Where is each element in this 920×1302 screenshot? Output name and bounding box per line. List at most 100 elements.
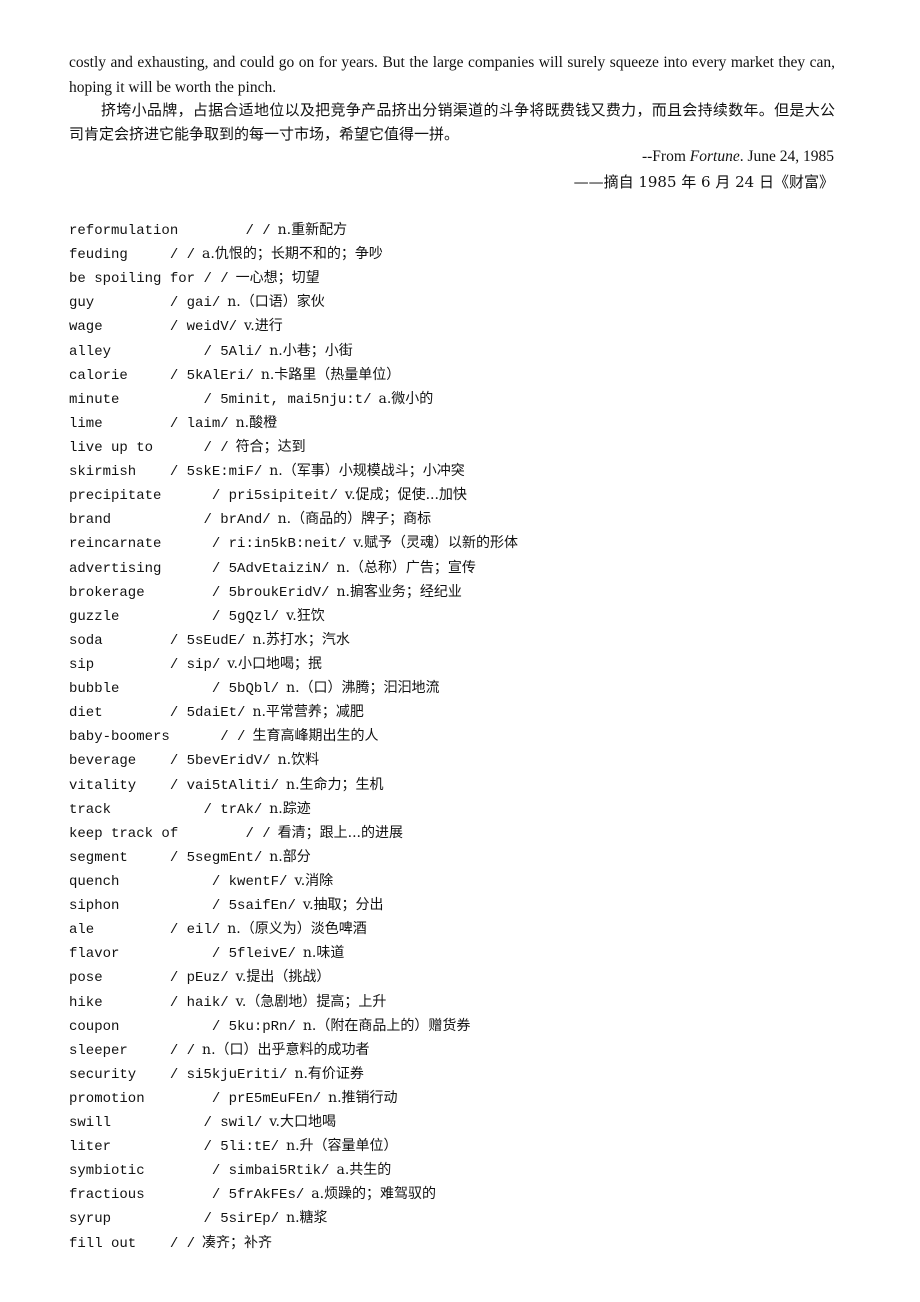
vocab-spacing [94, 295, 170, 311]
vocabulary-entry: calorie / 5kAlEri/ n.卡路里（热量单位） [69, 363, 869, 387]
vocab-phonetic: / vai5tAliti/ [169, 777, 280, 794]
vocabulary-entry: track / trAk/ n.踪迹 [69, 797, 869, 821]
vocab-definition: n.苏打水；汽水 [252, 631, 350, 648]
vocabulary-entry: soda / 5sEudE/ n.苏打水；汽水 [69, 628, 869, 652]
vocab-word: precipitate [69, 488, 162, 505]
vocab-word: beverage [69, 753, 137, 770]
vocab-phonetic: / / [245, 223, 271, 239]
vocab-spacing [103, 995, 170, 1011]
vocab-phonetic: / swil/ [203, 1115, 263, 1132]
vocab-word: minute [69, 391, 120, 408]
vocab-spacing [94, 922, 170, 938]
vocab-definition: v.大口地喝 [269, 1114, 336, 1131]
vocab-phonetic: / 5daiEt/ [169, 705, 246, 722]
vocabulary-list: reformulation / / n.重新配方 feuding / / a.仇恨… [69, 218, 869, 1255]
vocabulary-entry: brand / brAnd/ n.（商品的）牌子；商标 [69, 507, 869, 531]
vocab-phonetic: / sip/ [169, 656, 221, 673]
vocab-phonetic: / 5broukEridV/ [211, 584, 330, 601]
vocab-spacing [119, 609, 211, 625]
vocab-definition: n.饮料 [277, 752, 320, 769]
vocab-spacing [94, 657, 170, 673]
vocab-phonetic: / 5saifEn/ [211, 898, 296, 915]
vocab-spacing [128, 1043, 170, 1059]
vocab-phonetic: / 5AdvEtaiziN/ [211, 560, 330, 577]
vocab-phonetic: / 5Ali/ [203, 343, 263, 360]
vocabulary-entry: security / si5kjuEriti/ n.有价证券 [69, 1062, 869, 1086]
vocabulary-entry: be spoiling for / / 一心想；切望 [69, 266, 869, 290]
vocab-word: alley [69, 343, 112, 360]
vocab-word: fill out [69, 1235, 137, 1252]
vocabulary-entry: guzzle / 5gQzl/ v.狂饮 [69, 604, 869, 628]
source-citation-english: --From Fortune. June 24, 1985 [642, 145, 834, 169]
vocabulary-entry: liter / 5li:tE/ n.升（容量单位） [69, 1134, 869, 1158]
vocab-definition: a.微小的 [378, 390, 434, 407]
vocabulary-entry: baby-boomers / / 生育高峰期出生的人 [69, 724, 869, 748]
vocab-spacing [136, 778, 170, 794]
vocab-phonetic: / / [169, 247, 196, 264]
vocab-spacing [111, 1139, 203, 1155]
vocab-phonetic: / prE5mEuFEn/ [211, 1090, 322, 1107]
vocab-definition: v.赋予（灵魂）以新的形体 [353, 535, 518, 552]
vocab-word: promotion [69, 1090, 145, 1107]
vocab-spacing [136, 1236, 170, 1252]
vocab-definition: n.味道 [302, 945, 345, 962]
vocab-word: swill [69, 1115, 112, 1132]
vocab-word: symbiotic [69, 1163, 145, 1180]
vocab-spacing [119, 874, 211, 890]
vocabulary-entry: lime / laim/ n.酸橙 [69, 411, 869, 435]
vocab-word: reformulation [69, 223, 179, 239]
vocabulary-entry: swill / swil/ v.大口地喝 [69, 1110, 869, 1134]
vocab-spacing [145, 1091, 212, 1107]
vocab-word: advertising [69, 560, 162, 577]
vocab-spacing [145, 1163, 212, 1179]
vocab-word: sip [69, 656, 95, 673]
vocab-definition: v.促成；促使...加快 [344, 487, 467, 504]
vocabulary-entry: fill out / / 凑齐；补齐 [69, 1231, 869, 1255]
vocabulary-entry: siphon / 5saifEn/ v.抽取；分出 [69, 893, 869, 917]
vocabulary-entry: reincarnate / ri:in5kB:neit/ v.赋予（灵魂）以新的… [69, 531, 869, 555]
vocab-definition: n.掮客业务；经纪业 [336, 583, 462, 600]
vocab-spacing [103, 319, 170, 335]
vocabulary-entry: alley / 5Ali/ n.小巷；小街 [69, 339, 869, 363]
vocab-definition: n.有价证券 [294, 1065, 364, 1082]
vocab-definition: 生育高峰期出生的人 [252, 728, 379, 745]
vocabulary-entry: promotion / prE5mEuFEn/ n.推销行动 [69, 1086, 869, 1110]
vocab-word: be spoiling for [69, 271, 196, 288]
vocab-word: hike [69, 994, 103, 1011]
vocab-definition: v.小口地喝；抿 [227, 655, 322, 672]
vocab-word: bubble [69, 681, 120, 698]
vocab-definition: 看清；跟上...的进展 [277, 824, 404, 841]
vocab-definition: n.小巷；小街 [269, 342, 353, 359]
vocab-definition: a.烦躁的；难驾驭的 [311, 1186, 437, 1203]
vocab-word: guy [69, 295, 95, 312]
source-publication: Fortune [689, 148, 740, 165]
vocabulary-entry: brokerage / 5broukEridV/ n.掮客业务；经纪业 [69, 580, 869, 604]
vocabulary-entry: fractious / 5frAkFEs/ a.烦躁的；难驾驭的 [69, 1182, 869, 1206]
vocab-definition: a.共生的 [336, 1162, 392, 1179]
vocabulary-entry: minute / 5minit, mai5nju:t/ a.微小的 [69, 387, 869, 411]
vocab-word: vitality [69, 777, 137, 794]
vocab-phonetic: / kwentF/ [211, 873, 288, 890]
vocab-spacing [111, 1115, 203, 1131]
vocab-phonetic: / 5bevEridV/ [169, 753, 271, 770]
vocab-word: lime [69, 415, 103, 432]
vocab-definition: 符合；达到 [235, 438, 306, 455]
vocab-phonetic: / 5sEudE/ [169, 632, 246, 649]
source-prefix: --From [641, 148, 690, 165]
vocab-word: feuding [69, 247, 128, 264]
vocab-definition: n.糖浆 [286, 1210, 328, 1227]
vocab-spacing [103, 633, 170, 649]
vocabulary-entry: bubble / 5bQbl/ n.（口）沸腾；汩汩地流 [69, 676, 869, 700]
vocab-phonetic: / / [169, 1042, 196, 1059]
chinese-translation-paragraph: 挤垮小品牌，占据合适地位以及把竞争产品挤出分销渠道的斗争将既费钱又费力，而且会持… [69, 101, 835, 143]
vocab-phonetic: / 5skE:miF/ [169, 464, 263, 481]
vocab-spacing [161, 488, 211, 504]
vocabulary-entry: precipitate / pri5sipiteit/ v.促成；促使...加快 [69, 483, 869, 507]
vocab-phonetic: / trAk/ [203, 801, 263, 818]
vocab-definition: v.（急剧地）提高；上升 [235, 993, 387, 1010]
vocab-phonetic: / 5fleivE/ [211, 946, 296, 963]
vocab-phonetic: / pri5sipiteit/ [211, 488, 338, 505]
vocabulary-entry: skirmish / 5skE:miF/ n.（军事）小规模战斗；小冲突 [69, 459, 869, 483]
vocab-phonetic: / 5kAlEri/ [169, 367, 254, 384]
vocabulary-entry: syrup / 5sirEp/ n.糖浆 [69, 1206, 869, 1230]
